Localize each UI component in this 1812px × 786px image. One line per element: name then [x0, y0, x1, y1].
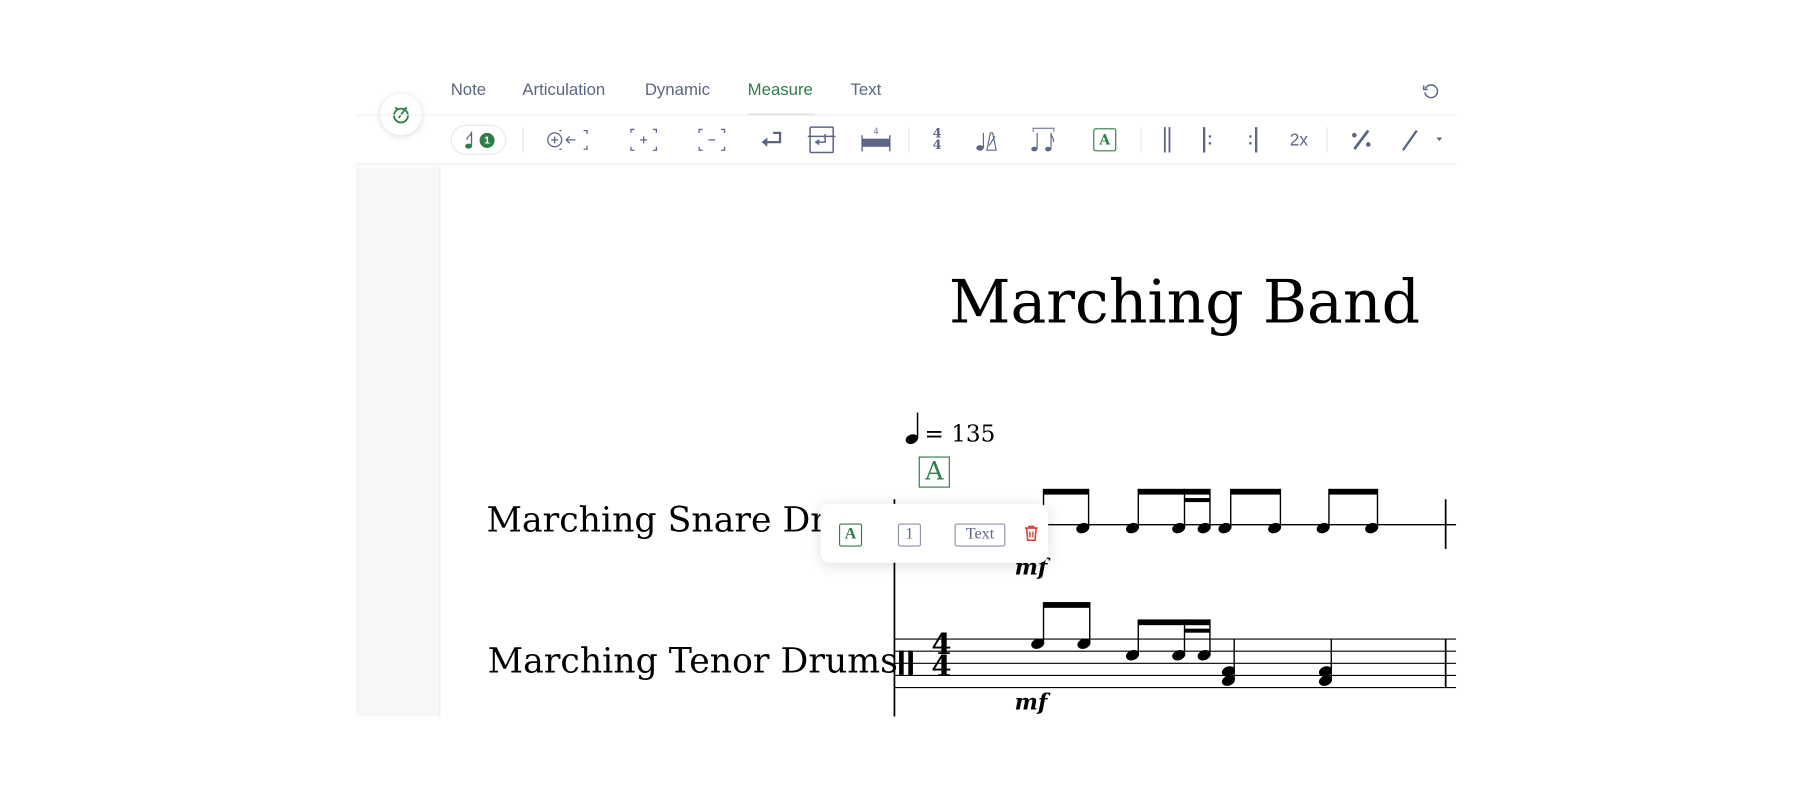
percussion-clef	[899, 650, 904, 675]
beam	[1138, 488, 1210, 495]
beam	[1328, 488, 1378, 495]
beam	[1230, 488, 1281, 495]
tenor-notes	[1031, 602, 1333, 686]
sixteenth-beam	[1184, 498, 1210, 503]
dynamic-tenor: mf	[1014, 689, 1048, 716]
rehearsal-mark[interactable]: A	[918, 456, 950, 488]
tempo-marking: = 135	[924, 419, 996, 448]
rehearsal-number-button[interactable]: 1	[897, 523, 922, 547]
staff-name-tenor: Marching Tenor Drums	[487, 641, 898, 682]
beam	[1043, 602, 1090, 608]
rehearsal-text-button[interactable]: Text	[954, 523, 1006, 547]
snare-notes	[1031, 488, 1379, 534]
rehearsal-mark-popup: A 1 Text	[820, 503, 1049, 563]
rehearsal-letter-button[interactable]: A	[838, 523, 863, 547]
staff-name-snare: Marching Snare Drum	[486, 500, 822, 541]
time-sig-bottom: 4	[931, 649, 952, 683]
tempo-note	[905, 412, 919, 444]
score-canvas	[893, 412, 1457, 717]
beam	[1043, 488, 1089, 495]
beam	[1138, 619, 1210, 626]
time-signature: 44	[931, 630, 952, 683]
trash-icon[interactable]	[1024, 525, 1039, 542]
sixteenth-beam	[1184, 628, 1210, 633]
tenor-staff	[894, 638, 1457, 689]
